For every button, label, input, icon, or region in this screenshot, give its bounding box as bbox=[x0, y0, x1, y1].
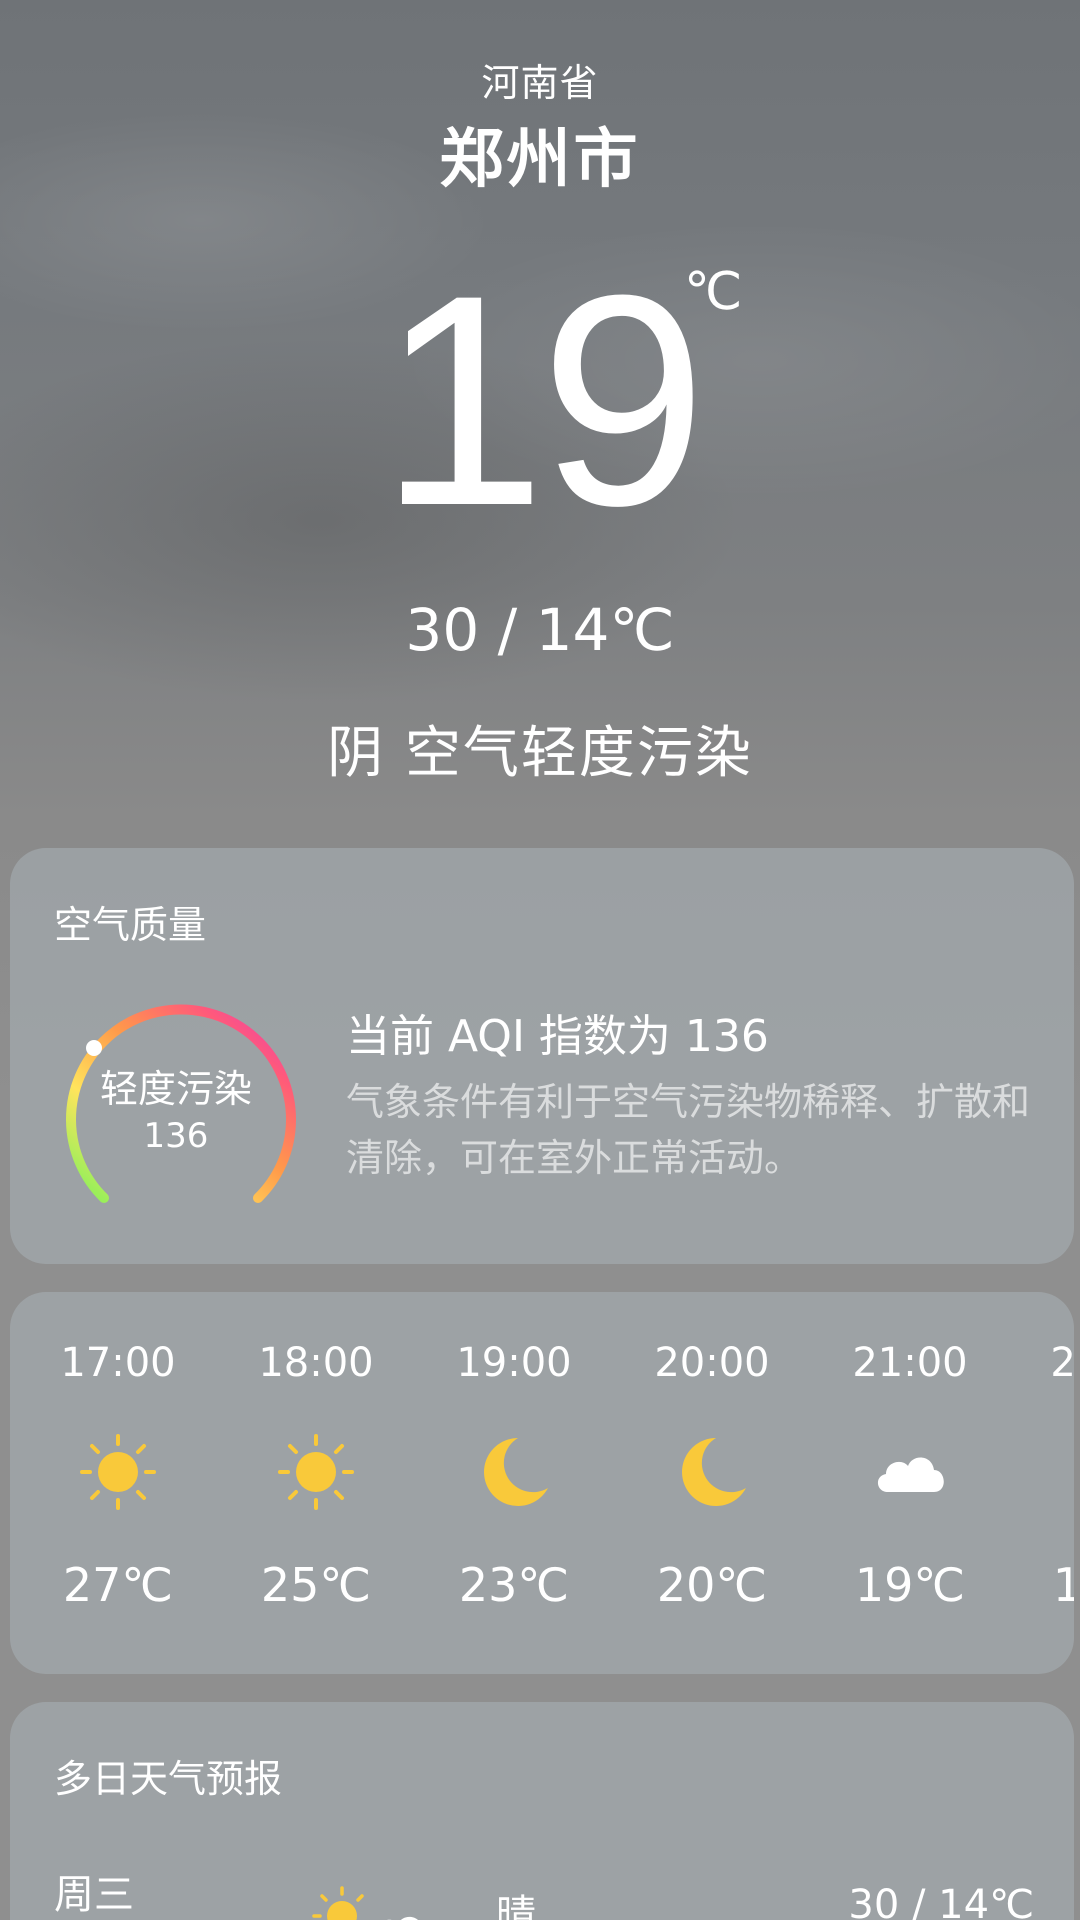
moon-icon bbox=[484, 1438, 548, 1506]
hourly-temperature: 25℃ bbox=[260, 1558, 372, 1612]
temperature-unit: ℃ bbox=[684, 262, 743, 322]
hourly-time: 19:00 bbox=[456, 1340, 572, 1386]
air-quality-card[interactable]: 空气质量 轻度污染 136 当前 AQI 指数为 136 气象条件有利于空气污染… bbox=[10, 848, 1074, 1264]
hourly-time: 22:00 bbox=[1050, 1340, 1074, 1386]
daily-row[interactable]: 周三 晴 30 / 14℃ bbox=[10, 1862, 1074, 1920]
cloud-icon bbox=[1068, 1432, 1074, 1512]
aqi-description: 气象条件有利于空气污染物稀释、扩散和清除，可在室外正常活动。 bbox=[346, 1080, 1031, 1180]
hourly-temperature: 23℃ bbox=[458, 1558, 570, 1612]
air-quality-title: 空气质量 bbox=[54, 903, 207, 947]
hourly-item[interactable]: 19:00 23℃ bbox=[414, 1292, 614, 1674]
aqi-value: 136 bbox=[143, 1116, 209, 1156]
hourly-item[interactable]: 21:00 19℃ bbox=[810, 1292, 1010, 1674]
aqi-level-label: 轻度污染 bbox=[99, 1067, 252, 1111]
hourly-temperature: 20℃ bbox=[656, 1558, 768, 1612]
daily-day: 周三 bbox=[54, 1872, 134, 1918]
daily-forecast-card[interactable]: 多日天气预报 周三 晴 30 / 14℃ bbox=[10, 1702, 1074, 1920]
hourly-item[interactable]: 18:00 25℃ bbox=[216, 1292, 416, 1674]
hourly-item[interactable]: 22:00 18℃ bbox=[1008, 1292, 1074, 1674]
aqi-gauge-marker bbox=[86, 1040, 102, 1056]
moon-icon bbox=[682, 1438, 746, 1506]
daily-condition: 晴 bbox=[496, 1892, 536, 1920]
current-temperature: 19 bbox=[379, 232, 707, 568]
hourly-time: 20:00 bbox=[654, 1340, 770, 1386]
hourly-time: 21:00 bbox=[852, 1340, 968, 1386]
today-temperature-range: 30 / 14℃ bbox=[405, 596, 675, 664]
province-label: 河南省 bbox=[481, 61, 599, 105]
hourly-time: 17:00 bbox=[60, 1340, 176, 1386]
city-title[interactable]: 郑州市 bbox=[0, 108, 1080, 200]
sun-icon bbox=[278, 1434, 354, 1510]
hourly-temperature: 18℃ bbox=[1052, 1558, 1074, 1612]
cloud-icon bbox=[877, 1457, 944, 1492]
sun-icon bbox=[80, 1434, 156, 1510]
current-condition: 阴 空气轻度污染 bbox=[327, 721, 753, 786]
sun-cloud-icon bbox=[312, 1886, 418, 1920]
hourly-item[interactable]: 20:00 20℃ bbox=[612, 1292, 812, 1674]
hourly-temperature: 27℃ bbox=[62, 1558, 174, 1612]
hourly-time: 18:00 bbox=[258, 1340, 374, 1386]
hourly-forecast-card[interactable]: 17:00 27℃ 18:00 25℃ 19:00 23℃ 20:00 20℃ … bbox=[10, 1292, 1074, 1674]
daily-forecast-title: 多日天气预报 bbox=[54, 1757, 283, 1801]
hourly-item[interactable]: 17:00 27℃ bbox=[18, 1292, 218, 1674]
hourly-temperature: 19℃ bbox=[854, 1558, 966, 1612]
daily-temperature-range: 30 / 14℃ bbox=[848, 1882, 1034, 1920]
aqi-headline: 当前 AQI 指数为 136 bbox=[346, 1011, 769, 1062]
